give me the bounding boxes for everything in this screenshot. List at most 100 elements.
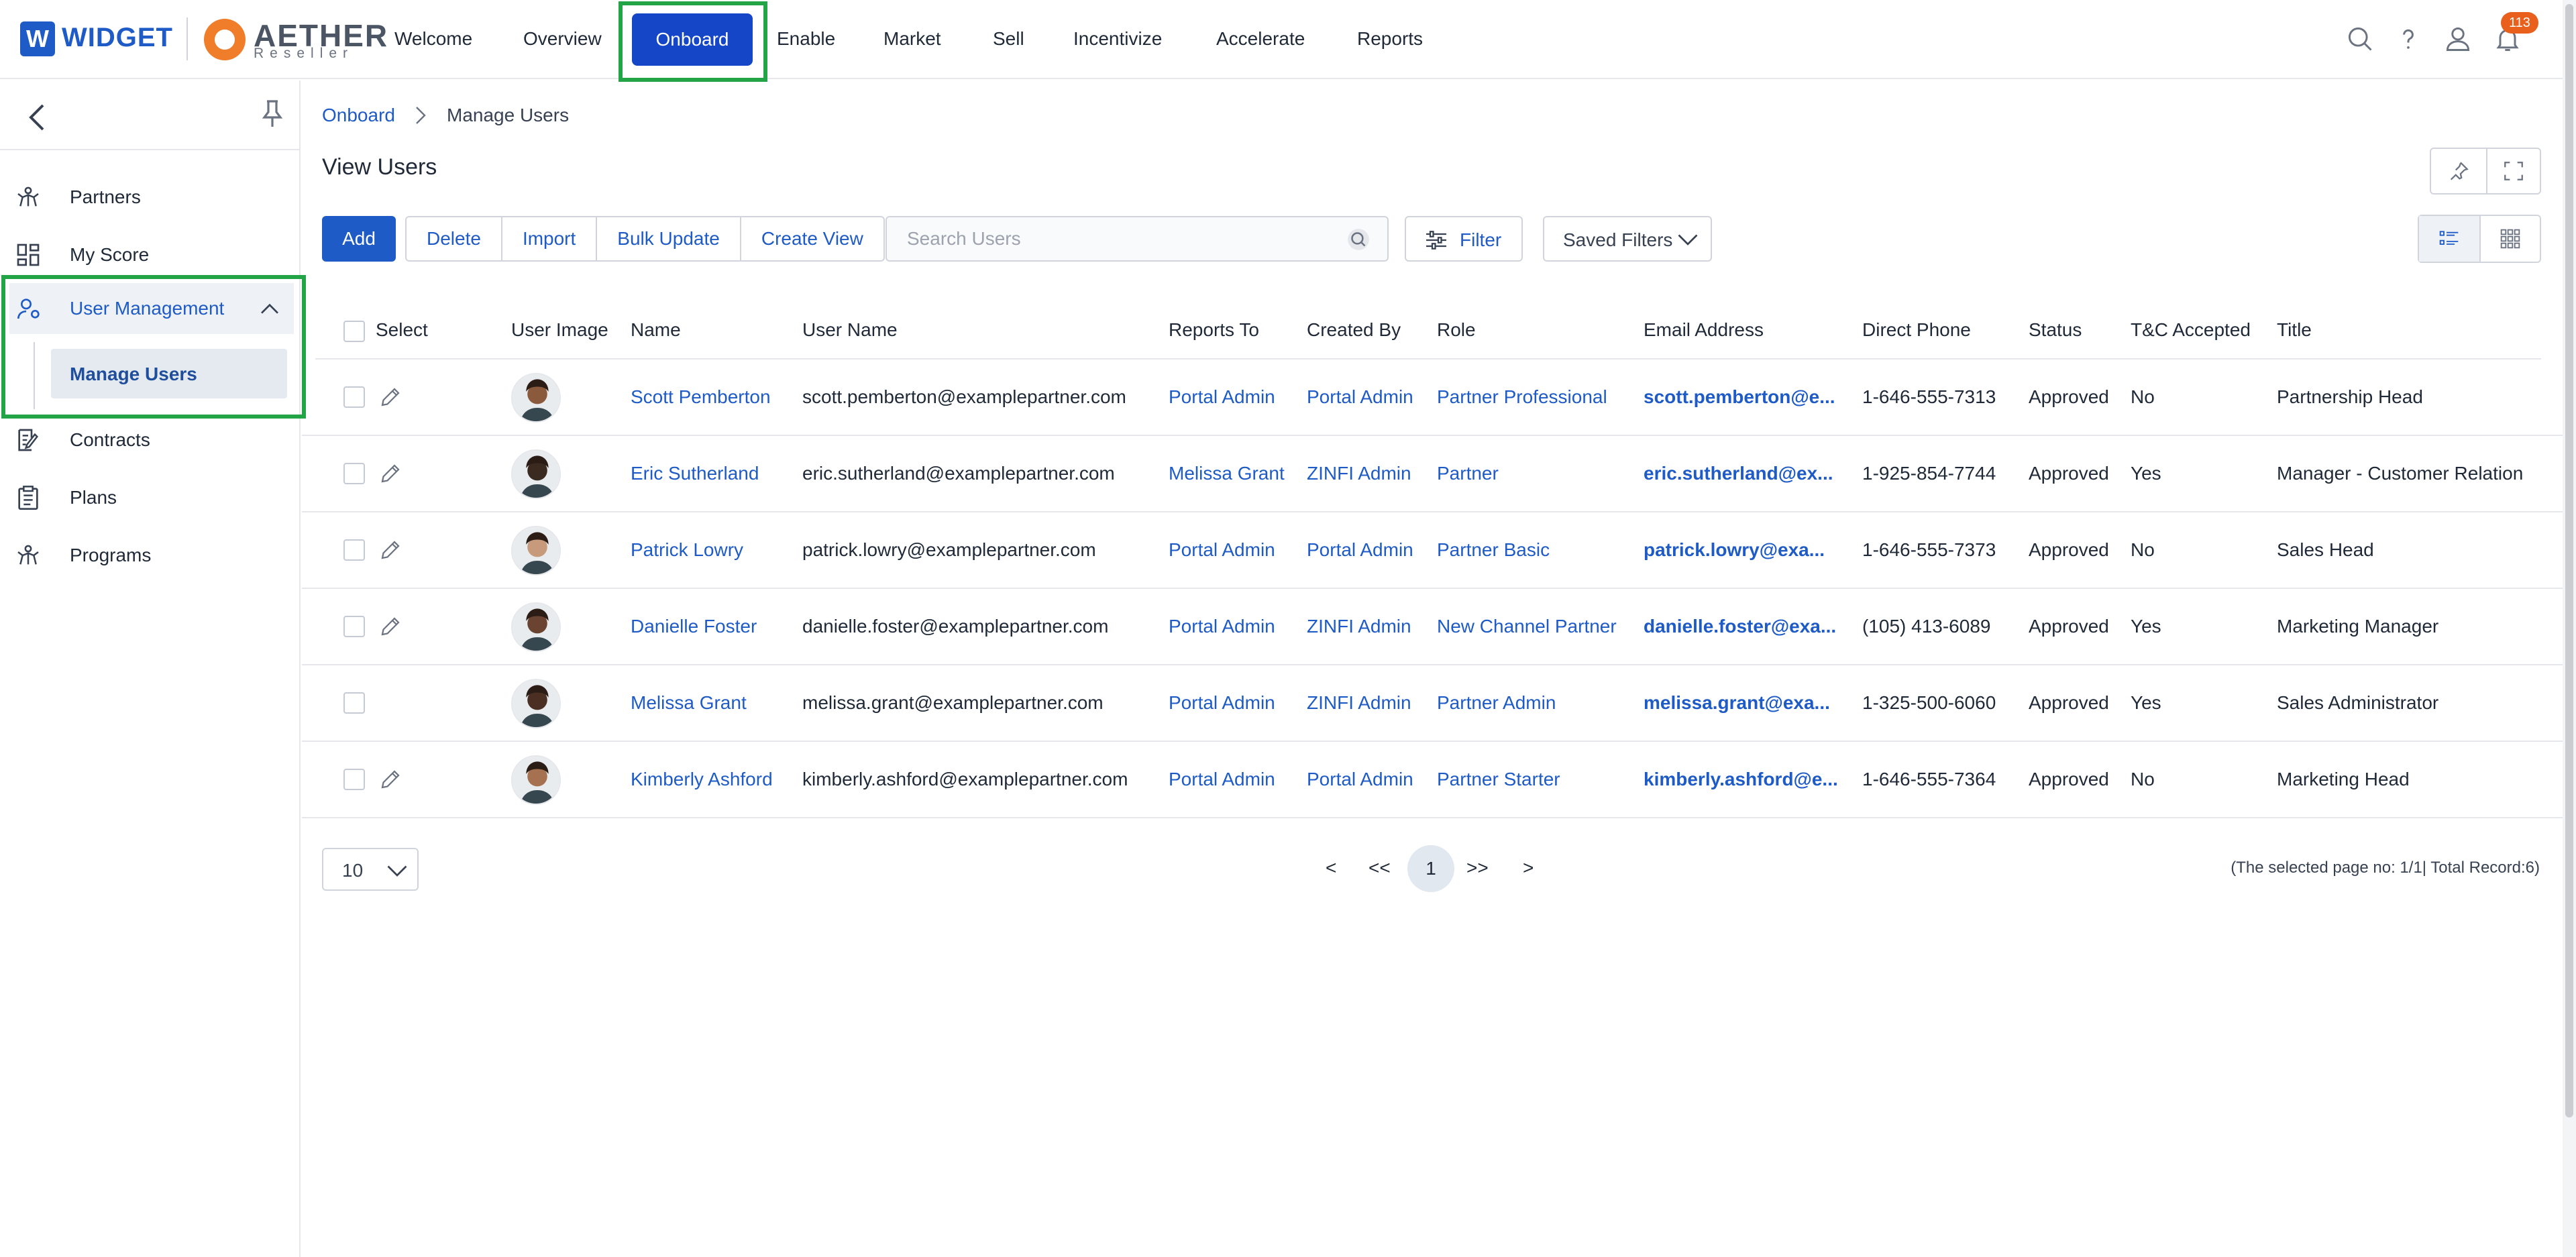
nav-sell[interactable]: Sell	[993, 28, 1024, 50]
nav-overview[interactable]: Overview	[523, 28, 602, 50]
nav-onboard[interactable]: Onboard	[632, 13, 753, 66]
user-name-link[interactable]: Melissa Grant	[631, 692, 747, 714]
created-by-link[interactable]: ZINFI Admin	[1307, 616, 1411, 637]
user-name-link[interactable]: Patrick Lowry	[631, 539, 743, 561]
search-icon[interactable]	[2345, 24, 2375, 54]
header-title[interactable]: Title	[2277, 319, 2312, 341]
pin-sidebar-icon[interactable]	[259, 97, 286, 130]
header-status[interactable]: Status	[2029, 319, 2082, 341]
created-by-link[interactable]: Portal Admin	[1307, 386, 1413, 408]
search-icon[interactable]	[1346, 227, 1371, 252]
email-link[interactable]: scott.pemberton@e...	[1644, 386, 1835, 408]
header-direct-phone[interactable]: Direct Phone	[1862, 319, 1971, 341]
row-select-checkbox[interactable]	[343, 616, 365, 637]
grid-view-button[interactable]	[2481, 216, 2540, 262]
reports-to-link[interactable]: Melissa Grant	[1169, 463, 1285, 484]
reports-to-link[interactable]: Portal Admin	[1169, 616, 1275, 637]
row-select-checkbox[interactable]	[343, 769, 365, 790]
sidebar-item-programs[interactable]: Programs	[0, 531, 299, 578]
page-scrollbar[interactable]	[2563, 0, 2576, 1257]
delete-button[interactable]: Delete	[407, 217, 502, 260]
nav-accelerate[interactable]: Accelerate	[1216, 28, 1305, 50]
reports-to-link[interactable]: Portal Admin	[1169, 386, 1275, 408]
header-created-by[interactable]: Created By	[1307, 319, 1401, 341]
row-select-checkbox[interactable]	[343, 692, 365, 714]
pager-next[interactable]: >	[1523, 857, 1534, 879]
nav-welcome[interactable]: Welcome	[394, 28, 472, 50]
email-link[interactable]: eric.sutherland@ex...	[1644, 463, 1833, 484]
user-profile-icon[interactable]	[2443, 24, 2473, 54]
nav-reports[interactable]: Reports	[1357, 28, 1423, 50]
reports-to-link[interactable]: Portal Admin	[1169, 769, 1275, 790]
user-name-link[interactable]: Danielle Foster	[631, 616, 757, 637]
user-name-link[interactable]: Eric Sutherland	[631, 463, 759, 484]
collapse-sidebar-back-icon[interactable]	[24, 101, 51, 134]
help-icon[interactable]	[2394, 24, 2423, 54]
reports-to-link[interactable]: Portal Admin	[1169, 539, 1275, 561]
saved-filters-dropdown[interactable]: Saved Filters	[1543, 216, 1712, 262]
widget-logo-text[interactable]: WIDGET	[62, 23, 173, 53]
reports-to-link[interactable]: Portal Admin	[1169, 692, 1275, 714]
row-select-checkbox[interactable]	[343, 386, 365, 408]
filter-button[interactable]: Filter	[1405, 216, 1523, 262]
role-link[interactable]: Partner	[1437, 463, 1499, 484]
sidebar-item-my-score[interactable]: My Score	[0, 231, 299, 278]
email-link[interactable]: melissa.grant@exa...	[1644, 692, 1830, 714]
header-tnc-accepted[interactable]: T&C Accepted	[2131, 319, 2251, 341]
edit-pencil-icon[interactable]	[378, 767, 402, 791]
created-by-link[interactable]: Portal Admin	[1307, 769, 1413, 790]
row-select-checkbox[interactable]	[343, 539, 365, 561]
user-avatar	[511, 373, 561, 423]
user-avatar	[511, 602, 561, 652]
table-row: Melissa Grant melissa.grant@examplepartne…	[302, 665, 2576, 742]
created-by-link[interactable]: ZINFI Admin	[1307, 692, 1411, 714]
row-select-checkbox[interactable]	[343, 463, 365, 484]
bulk-update-button[interactable]: Bulk Update	[597, 217, 741, 260]
widget-logo-icon[interactable]: W	[20, 21, 55, 56]
user-name-link[interactable]: Scott Pemberton	[631, 386, 771, 408]
sidebar-item-contracts[interactable]: Contracts	[0, 416, 299, 463]
header-role[interactable]: Role	[1437, 319, 1476, 341]
edit-pencil-icon[interactable]	[378, 385, 402, 409]
sidebar-item-plans[interactable]: Plans	[0, 474, 299, 521]
fullscreen-icon[interactable]	[2502, 160, 2525, 182]
created-by-link[interactable]: ZINFI Admin	[1307, 463, 1411, 484]
nav-enable[interactable]: Enable	[777, 28, 835, 50]
created-by-link[interactable]: Portal Admin	[1307, 539, 1413, 561]
import-button[interactable]: Import	[502, 217, 598, 260]
scrollbar-thumb[interactable]	[2565, 4, 2573, 1117]
header-name[interactable]: Name	[631, 319, 681, 341]
role-link[interactable]: Partner Admin	[1437, 692, 1556, 714]
pager-current-page[interactable]: 1	[1407, 845, 1454, 892]
header-user-name[interactable]: User Name	[802, 319, 898, 341]
pager-last[interactable]: >>	[1466, 857, 1489, 879]
edit-pencil-icon[interactable]	[378, 614, 402, 639]
page-size-select[interactable]: 10	[322, 848, 419, 891]
search-input[interactable]	[888, 219, 1344, 259]
pin-icon[interactable]	[2447, 160, 2470, 182]
role-link[interactable]: Partner Starter	[1437, 769, 1560, 790]
edit-pencil-icon[interactable]	[378, 461, 402, 486]
nav-market[interactable]: Market	[883, 28, 941, 50]
role-link[interactable]: Partner Basic	[1437, 539, 1550, 561]
pager-prev[interactable]: <	[1326, 857, 1336, 879]
edit-pencil-icon[interactable]	[378, 538, 402, 562]
email-link[interactable]: patrick.lowry@exa...	[1644, 539, 1825, 561]
role-link[interactable]: New Channel Partner	[1437, 616, 1617, 637]
nav-incentivize[interactable]: Incentivize	[1073, 28, 1162, 50]
header-reports-to[interactable]: Reports To	[1169, 319, 1259, 341]
email-link[interactable]: kimberly.ashford@e...	[1644, 769, 1838, 790]
list-view-button[interactable]	[2419, 216, 2479, 262]
email-link[interactable]: danielle.foster@exa...	[1644, 616, 1836, 637]
pager-info: (The selected page no: 1/1| Total Record…	[2231, 859, 2540, 877]
sidebar-item-partners[interactable]: Partners	[0, 173, 299, 220]
create-view-button[interactable]: Create View	[741, 217, 883, 260]
tnc-accepted: No	[2131, 769, 2155, 789]
role-link[interactable]: Partner Professional	[1437, 386, 1607, 408]
header-email[interactable]: Email Address	[1644, 319, 1764, 341]
select-all-checkbox[interactable]	[343, 321, 365, 342]
user-name-link[interactable]: Kimberly Ashford	[631, 769, 773, 790]
breadcrumb-onboard[interactable]: Onboard	[322, 105, 395, 126]
pager-first[interactable]: <<	[1368, 857, 1391, 879]
add-user-button[interactable]: Add	[322, 216, 396, 262]
